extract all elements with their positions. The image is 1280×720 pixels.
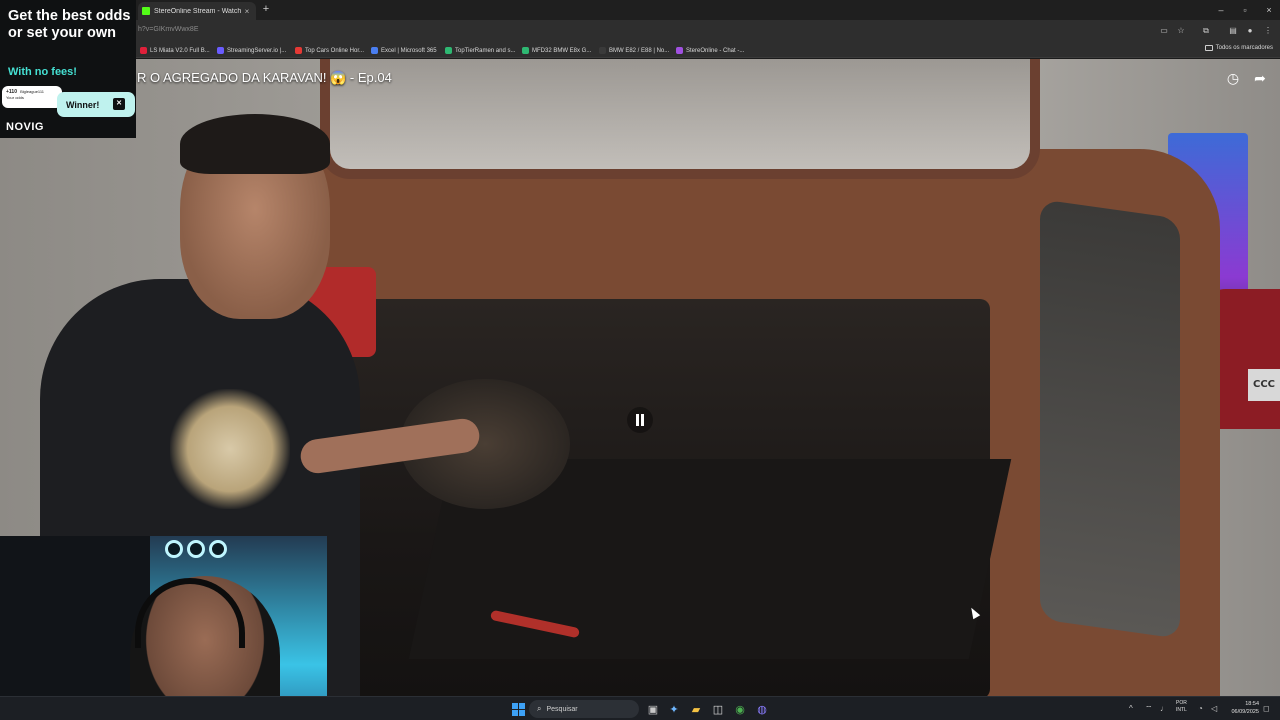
menu-kebab-icon[interactable]: ⋮ xyxy=(1262,25,1274,37)
open-tailgate xyxy=(320,59,1040,179)
profile-icon[interactable]: ● xyxy=(1244,25,1256,37)
shirt-print xyxy=(170,389,290,509)
volume-icon[interactable]: ◁ xyxy=(1211,704,1217,713)
fan-icon xyxy=(187,540,205,558)
bookmark-label: TopTierRamen and s... xyxy=(455,47,516,54)
bookmark-favicon-icon xyxy=(599,47,606,54)
bookmarks-bar: LS Miata V2.0 Full B... StreamingServer.… xyxy=(0,42,1280,58)
bookmark-item[interactable]: StreamingServer.io |... xyxy=(217,45,286,56)
task-view-icon[interactable]: ▣ xyxy=(645,701,661,717)
novig-ad-banner[interactable]: Get the best odds or set your own With n… xyxy=(0,0,136,138)
x-logo-icon: ✕ xyxy=(113,98,125,110)
language-code: POR xyxy=(1176,700,1187,706)
bookmark-favicon-icon xyxy=(445,47,452,54)
kick-favicon-icon xyxy=(142,7,150,15)
copilot-icon[interactable]: ✦ xyxy=(666,701,682,717)
windows-taskbar: ⌕ Pesquisar ▣ ✦ ▰ ◫ ◉ ◍ ^ ⌔ ♩ POR INTL ◔… xyxy=(0,696,1280,720)
search-icon: ⌕ xyxy=(537,704,542,713)
chrome-icon[interactable]: ◉ xyxy=(732,701,748,717)
bookmark-favicon-icon xyxy=(371,47,378,54)
bookmark-star-icon[interactable]: ☆ xyxy=(1175,25,1187,37)
store-icon[interactable]: ◫ xyxy=(710,701,726,717)
bookmark-label: StreamingServer.io |... xyxy=(227,47,287,54)
pause-icon-bar xyxy=(641,414,644,426)
ad-card-name: Bigleague111 xyxy=(20,89,44,94)
language-indicator[interactable]: POR INTL xyxy=(1176,700,1187,714)
network-icon[interactable]: ⌔ xyxy=(1145,704,1153,714)
clock-date: 06/09/2025 xyxy=(1231,709,1259,715)
ad-subheadline: With no fees! xyxy=(8,66,77,78)
fan-icon xyxy=(209,540,227,558)
bookmark-item[interactable]: LS Miata V2.0 Full B... xyxy=(140,45,210,56)
license-plate: CCC xyxy=(1248,369,1280,401)
bookmark-favicon-icon xyxy=(295,47,302,54)
url-field[interactable]: h?v=GIKmvWwx8E xyxy=(138,26,199,33)
clock-time: 18:54 xyxy=(1245,701,1259,707)
extensions-icon[interactable]: ⧉ xyxy=(1200,25,1212,37)
bookmark-item[interactable]: MFD32 BMW E8x G... xyxy=(522,45,591,56)
start-button[interactable] xyxy=(510,701,526,717)
wifi-icon[interactable]: ◔ xyxy=(1198,704,1203,713)
ad-winner-badge: Winner! ✕ xyxy=(57,92,135,117)
bookmark-item[interactable]: Excel | Microsoft 365 xyxy=(371,45,437,56)
notification-bell-icon[interactable]: ◻ xyxy=(1263,704,1270,713)
microphone-icon[interactable]: ♩ xyxy=(1160,704,1168,713)
share-icon[interactable]: ➦ xyxy=(1251,69,1269,87)
windows-logo-icon xyxy=(511,702,525,716)
tab-close-icon[interactable]: × xyxy=(242,7,252,16)
bookmark-favicon-icon xyxy=(217,47,224,54)
keyboard-layout: INTL xyxy=(1176,707,1187,713)
ad-headline: Get the best odds or set your own xyxy=(8,8,131,41)
ad-winner-label: Winner! xyxy=(66,100,100,110)
bookmark-favicon-icon xyxy=(522,47,529,54)
car-side-window xyxy=(1040,199,1180,639)
minimize-button[interactable]: – xyxy=(1210,0,1232,20)
all-bookmarks-label: Todos os marcadores xyxy=(1215,45,1273,51)
folder-icon xyxy=(1204,45,1213,51)
tray-chevron-icon[interactable]: ^ xyxy=(1129,704,1133,713)
bookmark-label: MFD32 BMW E8x G... xyxy=(532,47,592,54)
search-placeholder: Pesquisar xyxy=(546,705,578,713)
ad-bet-card: +110 Bigleague111 Your odds xyxy=(2,86,62,108)
bookmark-label: BMW E82 / E88 | No... xyxy=(609,47,670,54)
bookmark-favicon-icon xyxy=(676,47,683,54)
cast-icon[interactable]: ▭ xyxy=(1158,25,1170,37)
presenter-hair xyxy=(180,114,330,174)
rgb-fans xyxy=(165,540,227,558)
ad-brand-logo: NOVIG xyxy=(6,121,44,133)
video-title[interactable]: R O AGREGADO DA KARAVAN! 😱 - Ep.04 xyxy=(137,70,392,86)
tab-title: StereOnline Stream - Watch Liv xyxy=(154,7,242,15)
bookmark-label: Excel | Microsoft 365 xyxy=(381,47,437,54)
discord-icon[interactable]: ◍ xyxy=(754,701,770,717)
clock-icon[interactable]: ◷ xyxy=(1224,69,1242,87)
system-clock[interactable]: 18:54 06/09/2025 xyxy=(1225,700,1259,716)
browser-tab-strip: StereOnline Stream - Watch Liv × + – ▫ × xyxy=(0,0,1280,20)
bookmark-item[interactable]: TopTierRamen and s... xyxy=(445,45,515,56)
bookmark-favicon-icon xyxy=(140,47,147,54)
file-explorer-icon[interactable]: ▰ xyxy=(688,701,704,717)
sidebar-icon[interactable]: ▤ xyxy=(1227,25,1239,37)
taskbar-search[interactable]: ⌕ Pesquisar xyxy=(529,700,639,718)
address-bar: h?v=GIKmvWwx8E ▭ ☆ ⧉ ▤ ● ⋮ xyxy=(0,20,1280,42)
all-bookmarks-button[interactable]: Todos os marcadores xyxy=(1204,45,1273,51)
restore-button[interactable]: ▫ xyxy=(1234,0,1256,20)
bookmark-item[interactable]: Top Cars Online Hor... xyxy=(295,45,364,56)
webcam-overlay xyxy=(0,536,327,720)
close-window-button[interactable]: × xyxy=(1258,0,1280,20)
fan-icon xyxy=(165,540,183,558)
new-tab-button[interactable]: + xyxy=(259,3,273,17)
pause-icon xyxy=(636,414,639,426)
bookmark-label: Top Cars Online Hor... xyxy=(305,47,365,54)
bookmark-item[interactable]: BMW E82 / E88 | No... xyxy=(599,45,669,56)
pause-button[interactable] xyxy=(627,407,653,433)
bookmark-label: LS Miata V2.0 Full B... xyxy=(150,47,210,54)
bookmark-item[interactable]: StereOnline - Chat -... xyxy=(676,45,744,56)
bookmark-label: StereOnline - Chat -... xyxy=(686,47,745,54)
browser-tab-active[interactable]: StereOnline Stream - Watch Liv × xyxy=(138,2,256,20)
ad-card-sub: Your odds xyxy=(6,95,24,100)
